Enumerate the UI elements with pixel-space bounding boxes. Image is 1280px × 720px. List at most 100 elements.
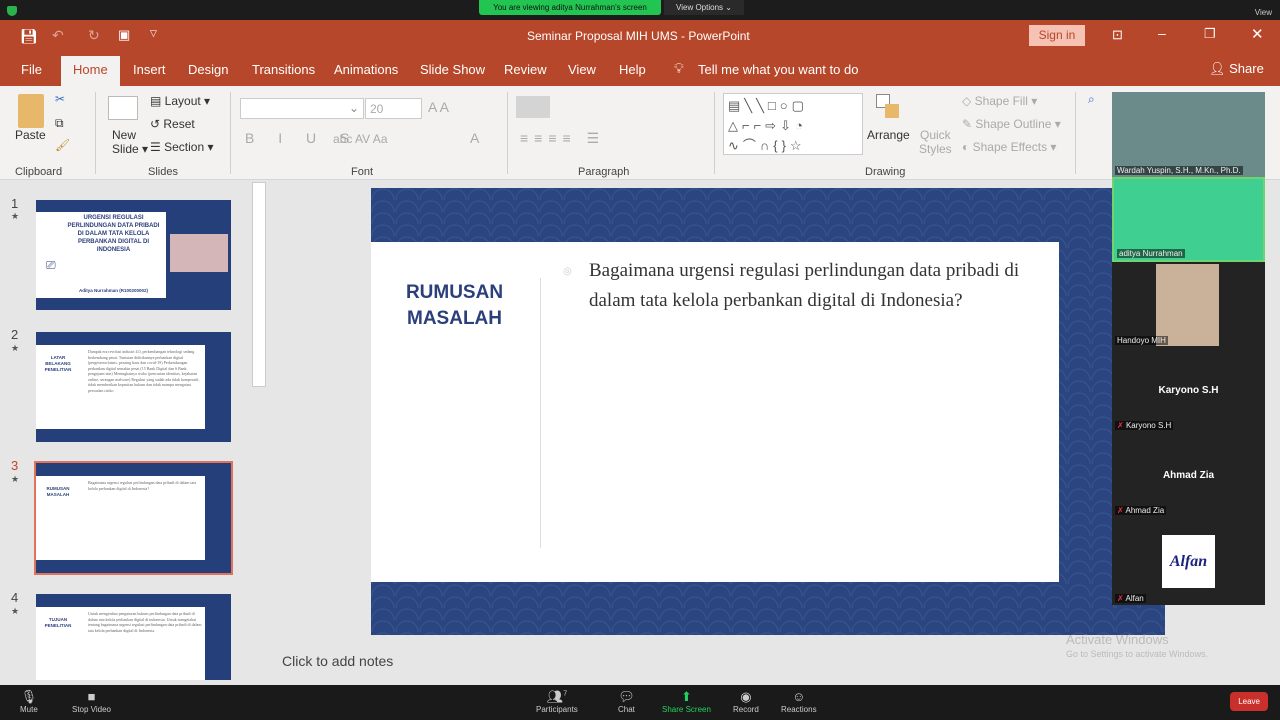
profile-picture: Alfan	[1162, 535, 1215, 588]
font-color-icon[interactable]: A	[470, 130, 479, 146]
participant-label: ✗ Karyono S.H	[1115, 421, 1174, 430]
group-paragraph: Paragraph	[578, 166, 630, 178]
slide-thumbnail-2[interactable]: LATAR BELAKANG PENELITIAN Dampak era revo…	[36, 332, 231, 442]
participant-display-name: Ahmad Zia	[1162, 470, 1215, 481]
slide-title[interactable]: RUMUSAN MASALAH	[391, 280, 518, 332]
participants-button[interactable]: 👥︎7 Participants	[536, 689, 578, 714]
shape-effects-label: Shape Effects	[972, 140, 1048, 154]
ribbon-display-icon[interactable]: ⊡	[1112, 27, 1123, 43]
video-tile-aditya[interactable]: aditya Nurrahman	[1112, 177, 1265, 262]
bullets-button[interactable]	[516, 96, 550, 118]
view-options-label: View Options	[676, 3, 724, 12]
format-painter-icon[interactable]: 🖌︎	[55, 138, 70, 152]
layout-button[interactable]: ▤ Layout ▾	[150, 94, 210, 108]
video-tile-alfan[interactable]: Alfan ✗ Alfan	[1112, 517, 1265, 605]
slide-content-box: RUMUSAN MASALAH ◎ Bagaimana urgensi regu…	[371, 242, 1059, 582]
undo-icon[interactable]: ↶	[52, 27, 64, 44]
slide-thumbnail-3-selected[interactable]: RUMUSAN MASALAH Bagaimana urgensi regulas…	[34, 461, 233, 575]
tab-slide-show[interactable]: Slide Show	[420, 62, 485, 77]
reactions-button[interactable]: ☺ Reactions	[781, 689, 817, 714]
tab-home[interactable]: Home	[61, 56, 120, 86]
share-label: Share	[1229, 61, 1264, 76]
participants-icon: 👥︎7	[546, 689, 568, 704]
participant-label: ✗ Ahmad Zia	[1115, 506, 1167, 515]
restore-icon[interactable]: ❐	[1204, 26, 1216, 42]
arrange-icon	[876, 94, 906, 122]
section-button[interactable]: ☰ Section ▾	[150, 140, 213, 154]
share-screen-button[interactable]: ⬆ Share Screen	[662, 689, 711, 714]
tab-file[interactable]: File	[21, 62, 42, 77]
animation-star-icon: ★	[11, 211, 20, 221]
slide-body[interactable]: Bagaimana urgensi regulasi perlindungan …	[589, 256, 1049, 316]
copy-icon[interactable]: ⧉	[55, 116, 64, 131]
chat-button[interactable]: 💬︎ Chat	[618, 689, 635, 714]
tab-animations[interactable]: Animations	[334, 62, 398, 77]
leave-button[interactable]: Leave	[1230, 692, 1268, 711]
strikethrough-spacing-case-icons[interactable]: abc AV Aa	[333, 132, 388, 146]
zoom-meeting-toolbar: 🎙︎ Mute ■ Stop Video 👥︎7 Participants 💬︎ Cha…	[0, 685, 1280, 720]
participant-name: Ahmad Zia	[1125, 506, 1165, 515]
tab-transitions[interactable]: Transitions	[252, 62, 315, 77]
new-slide-button[interactable]: New Slide ▾	[112, 128, 148, 156]
slide-thumbnail-4[interactable]: TUJUAN PENELITIAN Untuk mengetahui pengat…	[36, 594, 231, 680]
tab-insert[interactable]: Insert	[133, 62, 166, 77]
view-options-button[interactable]: View Options ⌄	[664, 0, 744, 15]
chat-label: Chat	[618, 705, 635, 714]
bullet-icon: ◎	[563, 266, 572, 277]
save-icon[interactable]: 💾︎	[20, 28, 38, 45]
video-tile-karyono[interactable]: Karyono S.H ✗ Karyono S.H	[1112, 347, 1265, 432]
video-tile-wardah[interactable]: Wardah Yuspin, S.H., M.Kn., Ph.D.	[1112, 92, 1265, 177]
tell-me-search[interactable]: Tell me what you want to do	[698, 62, 858, 77]
participant-name: Wardah Yuspin, S.H., M.Kn., Ph.D.	[1115, 166, 1243, 175]
view-button[interactable]: View	[1255, 8, 1272, 17]
cut-icon[interactable]: ✂	[55, 92, 65, 106]
stop-video-label: Stop Video	[72, 705, 111, 714]
video-tile-ahmad[interactable]: Ahmad Zia ✗ Ahmad Zia	[1112, 432, 1265, 517]
video-tile-handoyo[interactable]: Handoyo MIH	[1112, 262, 1265, 347]
slide-thumbnail-1[interactable]: ⎚ URGENSI REGULASI PERLINDUNGAN DATA PRIB…	[36, 200, 231, 310]
thumbnail-body: Untuk mengetahui pengaturan hukum perlin…	[88, 611, 202, 633]
shield-icon	[7, 6, 17, 16]
share-button[interactable]: 👤︎ Share	[1209, 61, 1264, 77]
tab-help[interactable]: Help	[619, 62, 646, 77]
align-buttons[interactable]: ≡≡≡≡ ☰	[520, 130, 605, 147]
participant-label: ✗ Alfan	[1115, 594, 1146, 603]
reset-button[interactable]: ↺ Reset	[150, 117, 195, 131]
shape-outline-button[interactable]: ✎ Shape Outline ▾	[962, 117, 1061, 131]
stop-video-button[interactable]: ■ Stop Video	[72, 689, 111, 714]
animation-star-icon: ★	[11, 474, 20, 484]
slide-number: 1	[11, 196, 19, 211]
record-button[interactable]: ◉ Record	[733, 689, 759, 714]
new-slide-label-2: Slide	[112, 142, 139, 156]
close-icon[interactable]: ✕	[1251, 25, 1264, 43]
redo-icon[interactable]: ↻	[88, 27, 100, 44]
tab-design[interactable]: Design	[188, 62, 228, 77]
tab-review[interactable]: Review	[504, 62, 547, 77]
font-size-value: 20	[370, 102, 384, 116]
font-size-dropdown[interactable]: 20	[365, 98, 422, 119]
mute-button[interactable]: 🎙︎ Mute	[20, 689, 38, 714]
shape-effects-button[interactable]: ◐ Shape Effects ▾	[962, 140, 1056, 154]
sign-in-button[interactable]: Sign in	[1029, 25, 1085, 46]
font-name-dropdown[interactable]: ⌄	[240, 98, 364, 119]
customize-icon[interactable]: ▽	[150, 28, 157, 39]
shape-fill-button[interactable]: ◇ Shape Fill ▾	[962, 94, 1037, 108]
microphone-icon: 🎙︎	[20, 689, 38, 704]
minimize-icon[interactable]: –	[1158, 25, 1166, 41]
muted-mic-icon: ✗	[1117, 506, 1124, 515]
window-title: Seminar Proposal MIH UMS - PowerPoint	[527, 29, 750, 43]
arrange-button[interactable]: Arrange	[867, 128, 910, 142]
tab-view[interactable]: View	[568, 62, 596, 77]
participants-count: 7	[563, 690, 568, 698]
notes-placeholder[interactable]: Click to add notes	[282, 653, 393, 669]
thumbnail-scrollbar[interactable]	[252, 182, 266, 387]
slideshow-start-icon[interactable]: ▣	[118, 27, 130, 43]
slide-number: 4	[11, 590, 19, 605]
shapes-gallery[interactable]: ▤╲╲□○▢ △⌐⌐⇨⇩◔ ∿⌒∩{}☆	[723, 93, 863, 155]
shape-outline-label: Shape Outline	[975, 117, 1052, 131]
increase-font-icon[interactable]: A A	[428, 99, 449, 115]
participant-video	[1156, 264, 1219, 346]
quick-styles-button[interactable]: Quick Styles	[919, 128, 952, 156]
find-icon[interactable]: ⌕	[1088, 92, 1095, 107]
paste-button[interactable]: Paste	[15, 128, 46, 142]
